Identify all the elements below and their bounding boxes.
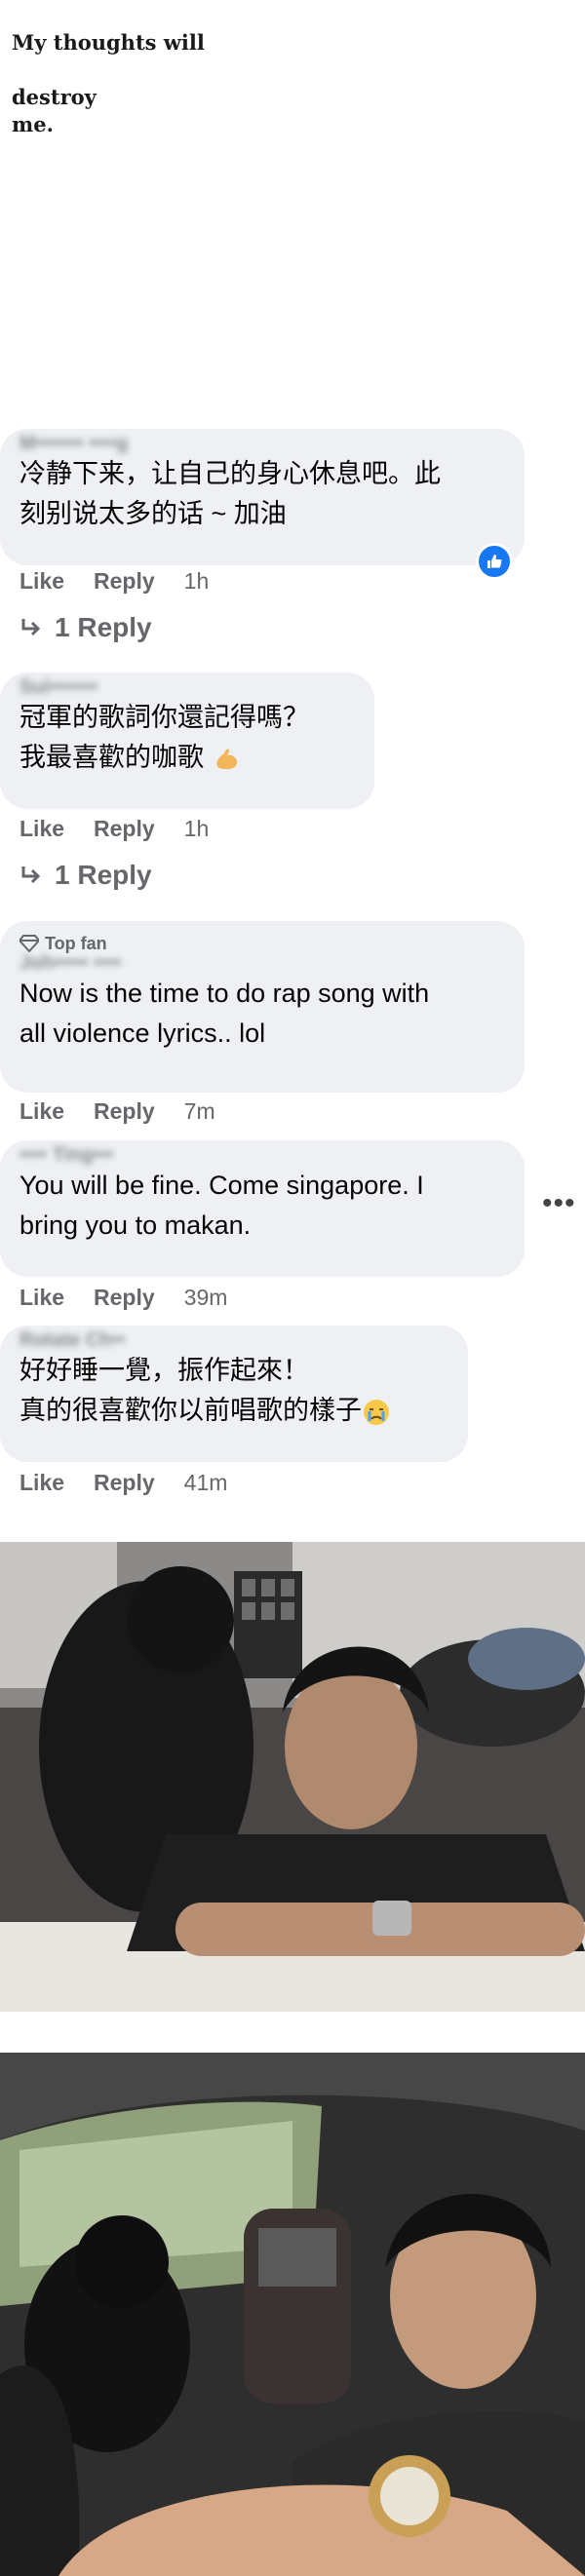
- like-button[interactable]: Like: [20, 1285, 64, 1311]
- top-fan-label: Top fan: [45, 933, 107, 953]
- reply-button[interactable]: Reply: [94, 1285, 155, 1311]
- comment-author[interactable]: •••• Ting•••: [20, 1144, 507, 1166]
- post-photo[interactable]: [0, 2053, 585, 2576]
- comment-time[interactable]: 41m: [184, 1470, 228, 1496]
- comment-time[interactable]: 7m: [184, 1098, 215, 1125]
- replies-label[interactable]: 1 Reply: [55, 860, 152, 891]
- comment-bubble[interactable]: Sui••••••• 冠軍的歌詞你還記得嗎？ 我最喜歡的咖歌: [0, 673, 374, 809]
- more-options-icon[interactable]: •••: [542, 1187, 576, 1220]
- like-button[interactable]: Like: [20, 1098, 64, 1125]
- reply-arrow-icon: [21, 619, 41, 636]
- comment-actions: Like Reply 1h: [20, 568, 209, 595]
- reply-button[interactable]: Reply: [94, 816, 155, 842]
- diamond-icon: [20, 935, 39, 952]
- flexed-biceps-icon: [215, 749, 237, 770]
- status-text: My thoughts will destroy me.: [12, 29, 205, 138]
- crying-face-icon: [364, 1399, 389, 1425]
- comment-text: 好好睡一覺，振作起來！ 真的很喜歡你以前唱歌的樣子: [20, 1351, 450, 1431]
- comment-time[interactable]: 39m: [184, 1285, 228, 1311]
- comment-author[interactable]: Rotate Ch••: [20, 1329, 450, 1351]
- comment-bubble[interactable]: Rotate Ch•• 好好睡一覺，振作起來！ 真的很喜歡你以前唱歌的樣子: [0, 1326, 468, 1462]
- photo-man-poodle-car-icon: [0, 2053, 585, 2576]
- status-line-1: My thoughts will: [12, 30, 205, 55]
- comment-time[interactable]: 1h: [184, 568, 210, 595]
- comment-text: You will be fine. Come singapore. I brin…: [20, 1171, 424, 1240]
- comment-author[interactable]: Joh••••• ••••: [20, 952, 507, 974]
- reply-arrow-icon: [21, 866, 41, 884]
- like-reaction-icon[interactable]: [476, 543, 513, 580]
- reply-button[interactable]: Reply: [94, 1470, 155, 1496]
- comment-time[interactable]: 1h: [184, 816, 210, 842]
- status-line-2: destroy: [12, 85, 97, 109]
- comment-text-line1: 冠軍的歌詞你還記得嗎？: [20, 703, 309, 732]
- comment-author[interactable]: Sui•••••••: [20, 676, 357, 698]
- view-replies-button[interactable]: 1 Reply: [20, 612, 152, 643]
- comment-actions: Like Reply 7m: [20, 1098, 215, 1125]
- reply-button[interactable]: Reply: [94, 1098, 155, 1125]
- comment-text: 冷静下来，让自己的身心休息吧。此 刻别说太多的话 ~ 加油: [20, 459, 441, 528]
- comment-bubble[interactable]: •••• Ting••• You will be fine. Come sing…: [0, 1140, 525, 1277]
- comment-actions: Like Reply 1h: [20, 816, 209, 842]
- post-photo[interactable]: [0, 1542, 585, 2012]
- comment-text-line2: 真的很喜歡你以前唱歌的樣子: [20, 1396, 362, 1425]
- reply-button[interactable]: Reply: [94, 568, 155, 595]
- comment-text-line1: 好好睡一覺，振作起來！: [20, 1356, 309, 1385]
- comment-author[interactable]: M••••••• ••••g: [20, 433, 507, 454]
- like-button[interactable]: Like: [20, 816, 64, 842]
- comment-bubble[interactable]: M••••••• ••••g 冷静下来，让自己的身心休息吧。此 刻别说太多的话 …: [0, 429, 525, 565]
- comment-text-line2: 我最喜歡的咖歌: [20, 743, 204, 772]
- status-line-3: me.: [12, 112, 54, 136]
- comment-text: Now is the time to do rap song with all …: [20, 979, 430, 1048]
- comment-text: 冠軍的歌詞你還記得嗎？ 我最喜歡的咖歌: [20, 698, 357, 778]
- like-button[interactable]: Like: [20, 568, 64, 595]
- replies-label[interactable]: 1 Reply: [55, 612, 152, 643]
- like-button[interactable]: Like: [20, 1470, 64, 1496]
- comment-bubble[interactable]: Top fan Joh••••• •••• Now is the time to…: [0, 921, 525, 1093]
- comment-actions: Like Reply 39m: [20, 1285, 227, 1311]
- photo-man-poodle-sofa-icon: [0, 1542, 585, 2012]
- comment-actions: Like Reply 41m: [20, 1470, 227, 1496]
- view-replies-button[interactable]: 1 Reply: [20, 860, 152, 891]
